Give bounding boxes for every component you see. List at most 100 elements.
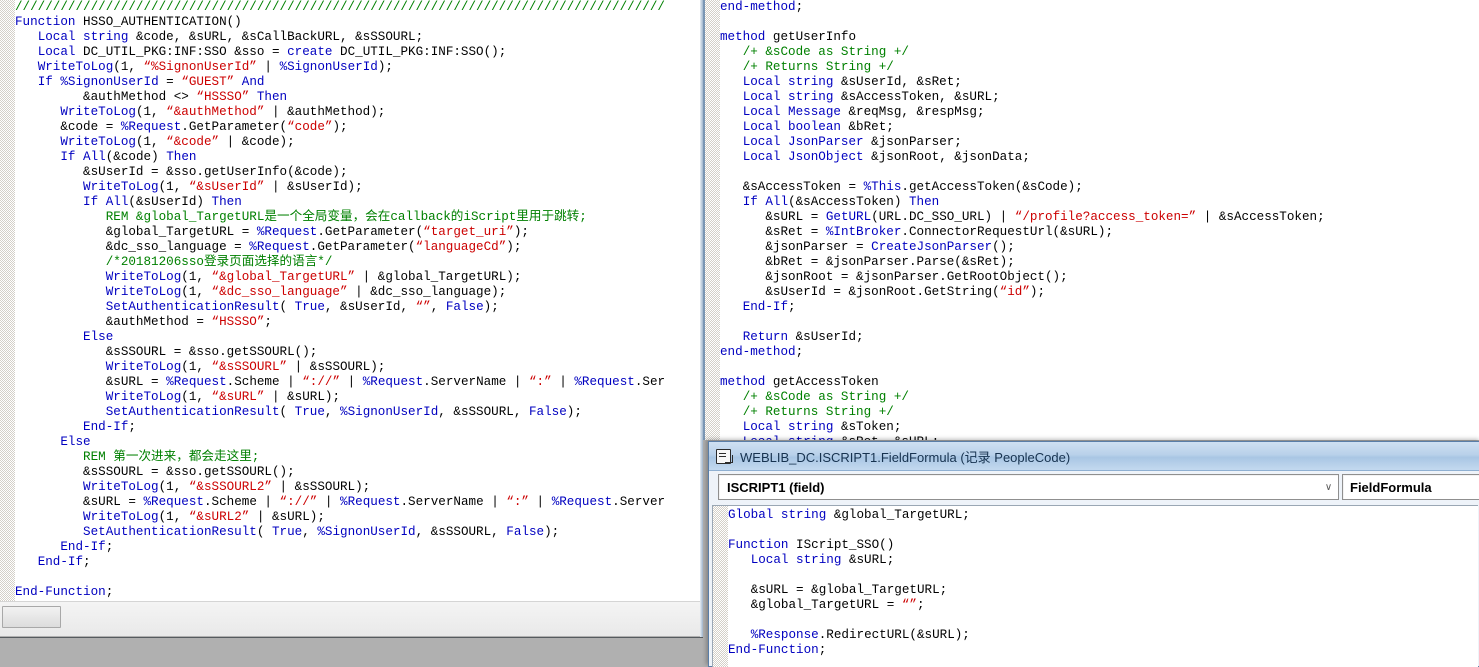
code-line: &sURL = %Request.Scheme | “://” | %Reque…	[15, 375, 665, 390]
code-token: “%SignonUserId”	[143, 60, 257, 74]
code-token: %Request	[143, 495, 204, 509]
code-token: &sURL =	[105, 375, 167, 389]
code-line: &code = %Request.GetParameter(“code”);	[15, 120, 665, 135]
right-code-editor[interactable]: end-method; method getUserInfo /+ &sCode…	[705, 0, 1479, 440]
child-code-text[interactable]: Global string &global_TargetURL; Functio…	[728, 508, 970, 658]
code-token: “&dc_sso_language”	[211, 285, 348, 299]
right-editor-gutter	[705, 0, 720, 440]
child-window-titlebar[interactable]: WEBLIB_DC.ISCRIPT1.FieldFormula (记录 Peop…	[709, 442, 1479, 471]
code-token: );	[506, 240, 522, 254]
code-token: ,	[324, 405, 341, 419]
code-token: &authMethod <>	[83, 90, 197, 104]
code-token: ;	[916, 598, 925, 612]
code-token: “&sSSOURL”	[211, 360, 288, 374]
code-token: ;	[83, 555, 91, 569]
code-token: “”	[415, 300, 431, 314]
code-token: ;	[788, 300, 796, 314]
code-token: (1,	[181, 285, 212, 299]
code-line: WriteToLog(1, “&sSSOURL2” | &sSSOURL);	[15, 480, 665, 495]
code-token: “code”	[287, 120, 333, 134]
code-token: Then	[256, 90, 288, 104]
code-token: End-If	[37, 555, 84, 569]
left-code-text[interactable]: ////////////////////////////////////////…	[15, 0, 665, 600]
code-line: End-Function;	[728, 643, 970, 658]
horizontal-scrollbar-thumb[interactable]	[2, 606, 61, 628]
code-token: method	[720, 375, 773, 389]
code-token: (1,	[135, 105, 167, 119]
code-line: &jsonRoot = &jsonParser.GetRootObject();	[720, 270, 1325, 285]
code-token: &code, &sURL, &sCallBackURL, &sSSOURL;	[135, 30, 424, 44]
code-token: Global string	[728, 508, 834, 522]
code-token: (&code)	[105, 150, 167, 164]
record-field-combobox[interactable]: ISCRIPT1 (field) ∨	[718, 474, 1339, 500]
code-token: Local string	[742, 75, 841, 89]
code-token: “&sUserId”	[188, 180, 265, 194]
code-token: ,	[430, 300, 446, 314]
code-line: End-If;	[720, 300, 1325, 315]
code-token: End-Function	[15, 585, 106, 599]
code-line: end-method;	[720, 0, 1325, 15]
code-token: &dc_sso_language =	[105, 240, 250, 254]
code-token: “://”	[302, 375, 341, 389]
code-token: (1,	[158, 480, 189, 494]
code-line: SetAuthenticationResult( True, &sUserId,…	[15, 300, 665, 315]
code-token: |	[317, 495, 341, 509]
code-token: ;	[264, 315, 272, 329]
code-token: DC_UTIL_PKG:INF:SSO();	[340, 45, 507, 59]
code-token: (&sAccessToken)	[788, 195, 909, 209]
event-name-field[interactable]: FieldFormula	[1342, 474, 1479, 500]
code-line: WriteToLog(1, “&sURL” | &sURL);	[15, 390, 665, 405]
code-token: end-method	[720, 0, 796, 14]
code-token: “:”	[506, 495, 529, 509]
code-token: “languageCd”	[415, 240, 507, 254]
code-token: Local boolean	[742, 120, 849, 134]
code-line: Else	[15, 330, 665, 345]
chevron-down-icon[interactable]: ∨	[1319, 482, 1338, 493]
code-token: | &dc_sso_language);	[347, 285, 507, 299]
code-token: getUserInfo	[772, 30, 857, 44]
code-line: WriteToLog(1, “&authMethod” | &authMetho…	[15, 105, 665, 120]
left-pane-vertical-scrollbar[interactable]	[700, 0, 703, 637]
code-token: | &sUserId);	[264, 180, 363, 194]
code-line: &sRet = %IntBroker.ConnectorRequestUrl(&…	[720, 225, 1325, 240]
code-token: Local JsonParser	[742, 135, 872, 149]
code-token: %SignonUserId	[279, 60, 378, 74]
code-line: &authMethod <> “HSSSO” Then	[15, 90, 665, 105]
code-token: %SignonUserId	[60, 75, 159, 89]
code-token: End-If	[60, 540, 106, 554]
code-line: SetAuthenticationResult( True, %SignonUs…	[15, 405, 665, 420]
peoplecode-child-window[interactable]: WEBLIB_DC.ISCRIPT1.FieldFormula (记录 Peop…	[708, 441, 1479, 667]
code-token: “”	[901, 598, 917, 612]
code-token: | &authMethod);	[264, 105, 386, 119]
code-token: %Request	[340, 495, 401, 509]
code-token: “&authMethod”	[166, 105, 265, 119]
code-token: All	[83, 150, 106, 164]
code-token: %This	[863, 180, 902, 194]
code-token: | &sSSOURL);	[287, 360, 386, 374]
left-code-editor[interactable]: ////////////////////////////////////////…	[0, 0, 700, 601]
child-code-editor[interactable]: Global string &global_TargetURL; Functio…	[712, 505, 1478, 667]
code-token: If	[60, 150, 84, 164]
code-token: | &sAccessToken;	[1196, 210, 1325, 224]
right-code-text[interactable]: end-method; method getUserInfo /+ &sCode…	[720, 0, 1325, 440]
code-token: Else	[83, 330, 114, 344]
code-token: &sUserId = &sso.getUserInfo(&code);	[83, 165, 348, 179]
code-token: (	[256, 525, 272, 539]
code-token: WriteToLog	[105, 390, 182, 404]
code-token: &authMethod =	[105, 315, 212, 329]
code-line: WriteToLog(1, “&sURL2” | &sURL);	[15, 510, 665, 525]
code-token: End-If	[83, 420, 129, 434]
right-editor-frame: end-method; method getUserInfo /+ &sCode…	[703, 0, 1479, 440]
left-pane-horizontal-scrollbar[interactable]	[0, 601, 700, 636]
code-token: &sAccessToken, &sURL;	[840, 90, 1000, 104]
code-token: .getAccessToken(&sCode);	[901, 180, 1083, 194]
code-token: &sSSOURL = &sso.getSSOURL();	[105, 345, 318, 359]
code-token: .ServerName |	[423, 375, 529, 389]
code-token: &global_TargetURL =	[105, 225, 257, 239]
